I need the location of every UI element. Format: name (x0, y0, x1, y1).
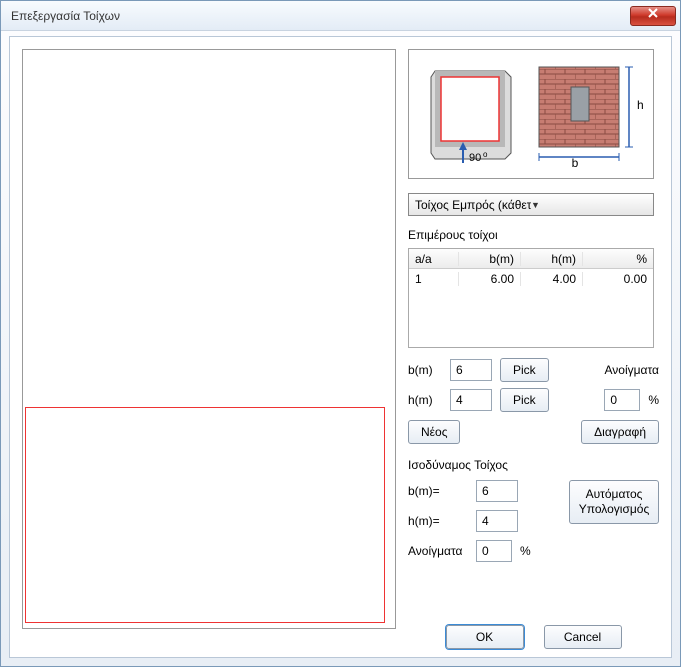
cube-plan-icon: 90 o (417, 59, 517, 169)
preview-wall-outline (25, 407, 385, 623)
pick-b-button[interactable]: Pick (500, 358, 549, 382)
cell-aa: 1 (409, 272, 459, 286)
cancel-button[interactable]: Cancel (544, 625, 622, 649)
preview-canvas (22, 49, 396, 629)
close-button[interactable] (630, 6, 676, 26)
openings-input[interactable]: 0 (604, 389, 640, 411)
h-label: h(m) (408, 393, 442, 407)
chevron-down-icon: ▼ (531, 200, 647, 210)
svg-text:90: 90 (469, 152, 481, 164)
equiv-h-label: h(m)= (408, 514, 468, 528)
svg-text:h: h (637, 98, 644, 112)
partial-walls-label: Επιμέρους τοίχοι (408, 228, 659, 242)
equiv-b-input[interactable]: 6 (476, 480, 518, 502)
wall-selector[interactable]: Τοίχος Εμπρός (κάθετος διευθ.ανέμου 90) … (408, 193, 654, 216)
titlebar: Επεξεργασία Τοίχων (1, 1, 680, 31)
dialog-footer: OK Cancel (408, 625, 659, 649)
dialog-window: Επεξεργασία Τοίχων 90 o (0, 0, 681, 667)
openings-label: Ανοίγματα (605, 363, 660, 377)
equiv-pct-label: % (520, 544, 531, 558)
table-row[interactable]: 1 6.00 4.00 0.00 (409, 269, 653, 289)
auto-calc-l1: Αυτόματος (586, 487, 643, 502)
equivalent-section: Ισοδύναμος Τοίχος b(m)= 6 h(m)= 4 Ανοίγμ… (408, 458, 659, 562)
illustration-panel: 90 o (408, 49, 654, 179)
pick-h-button[interactable]: Pick (500, 388, 549, 412)
b-row: b(m) 6 Pick Ανοίγματα (408, 358, 659, 382)
col-h: h(m) (521, 252, 583, 266)
new-button[interactable]: Νέος (408, 420, 460, 444)
ok-button[interactable]: OK (446, 625, 524, 649)
equiv-openings-label: Ανοίγματα (408, 544, 468, 558)
delete-button[interactable]: Διαγραφή (581, 420, 659, 444)
elevation-icon: b h (535, 59, 645, 169)
equiv-b-label: b(m)= (408, 484, 468, 498)
b-input[interactable]: 6 (450, 359, 492, 381)
partial-walls-table: a/a b(m) h(m) % 1 6.00 4.00 0.00 (408, 248, 654, 348)
equiv-openings-input[interactable]: 0 (476, 540, 512, 562)
equiv-h-input[interactable]: 4 (476, 510, 518, 532)
dialog-body: 90 o (9, 36, 672, 658)
table-body[interactable]: 1 6.00 4.00 0.00 (409, 269, 653, 347)
equiv-title: Ισοδύναμος Τοίχος (408, 458, 659, 472)
h-input[interactable]: 4 (450, 389, 492, 411)
wall-selector-value: Τοίχος Εμπρός (κάθετος διευθ.ανέμου 90) (415, 198, 531, 212)
window-title: Επεξεργασία Τοίχων (11, 9, 630, 23)
col-b: b(m) (459, 252, 521, 266)
new-delete-row: Νέος Διαγραφή (408, 420, 659, 444)
h-row: h(m) 4 Pick 0 % (408, 388, 659, 412)
right-panel: 90 o (408, 49, 659, 562)
svg-text:o: o (483, 150, 488, 159)
cell-h: 4.00 (521, 272, 583, 286)
table-header: a/a b(m) h(m) % (409, 249, 653, 269)
cell-pct: 0.00 (583, 272, 653, 286)
pct-label: % (648, 393, 659, 407)
col-pct: % (583, 252, 653, 266)
col-aa: a/a (409, 252, 459, 266)
auto-calc-button[interactable]: Αυτόματος Υπολογισμός (569, 480, 659, 524)
b-label: b(m) (408, 363, 442, 377)
cell-b: 6.00 (459, 272, 521, 286)
svg-text:b: b (572, 156, 579, 169)
auto-calc-l2: Υπολογισμός (579, 502, 650, 517)
